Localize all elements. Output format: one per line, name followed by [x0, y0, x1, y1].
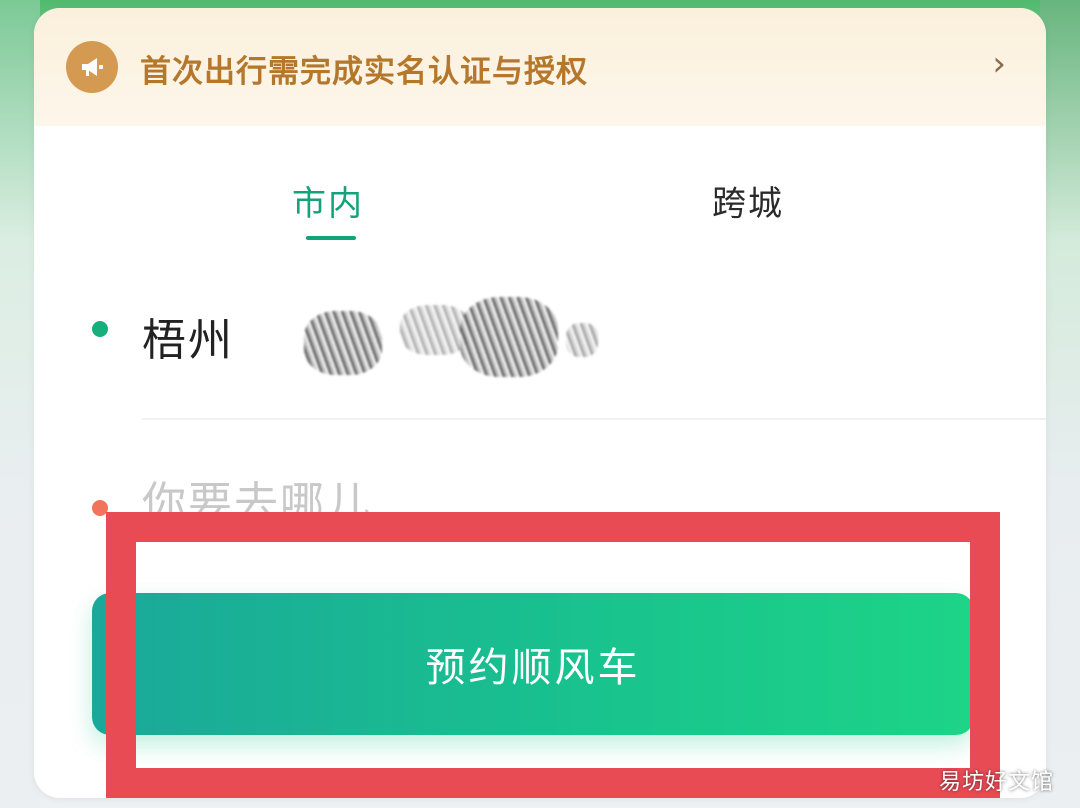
origin-address-redacted[interactable]: [260, 291, 605, 381]
tab-city[interactable]: 市内: [292, 176, 364, 225]
origin-dot-icon: [92, 321, 108, 337]
notice-text: 首次出行需完成实名认证与授权: [140, 54, 588, 90]
chevron-right-icon: ›: [992, 44, 1006, 84]
active-tab-indicator: [306, 236, 356, 240]
watermark: 易坊好文馆: [938, 770, 1054, 795]
origin-city[interactable]: 梧州: [142, 304, 234, 368]
tab-intercity[interactable]: 跨城: [712, 176, 784, 225]
background-right: [1040, 0, 1080, 808]
destination-input[interactable]: [142, 480, 642, 526]
book-hitch-ride-button[interactable]: 预约顺风车: [92, 593, 974, 735]
megaphone-icon: [66, 41, 118, 93]
auth-notice-banner[interactable]: 首次出行需完成实名认证与授权 ›: [34, 8, 1046, 126]
route-divider: [142, 418, 1046, 420]
destination-dot-icon: [92, 500, 108, 516]
ride-booking-card: 首次出行需完成实名认证与授权 › 市内 跨城 梧州 预约顺风车: [34, 8, 1046, 798]
